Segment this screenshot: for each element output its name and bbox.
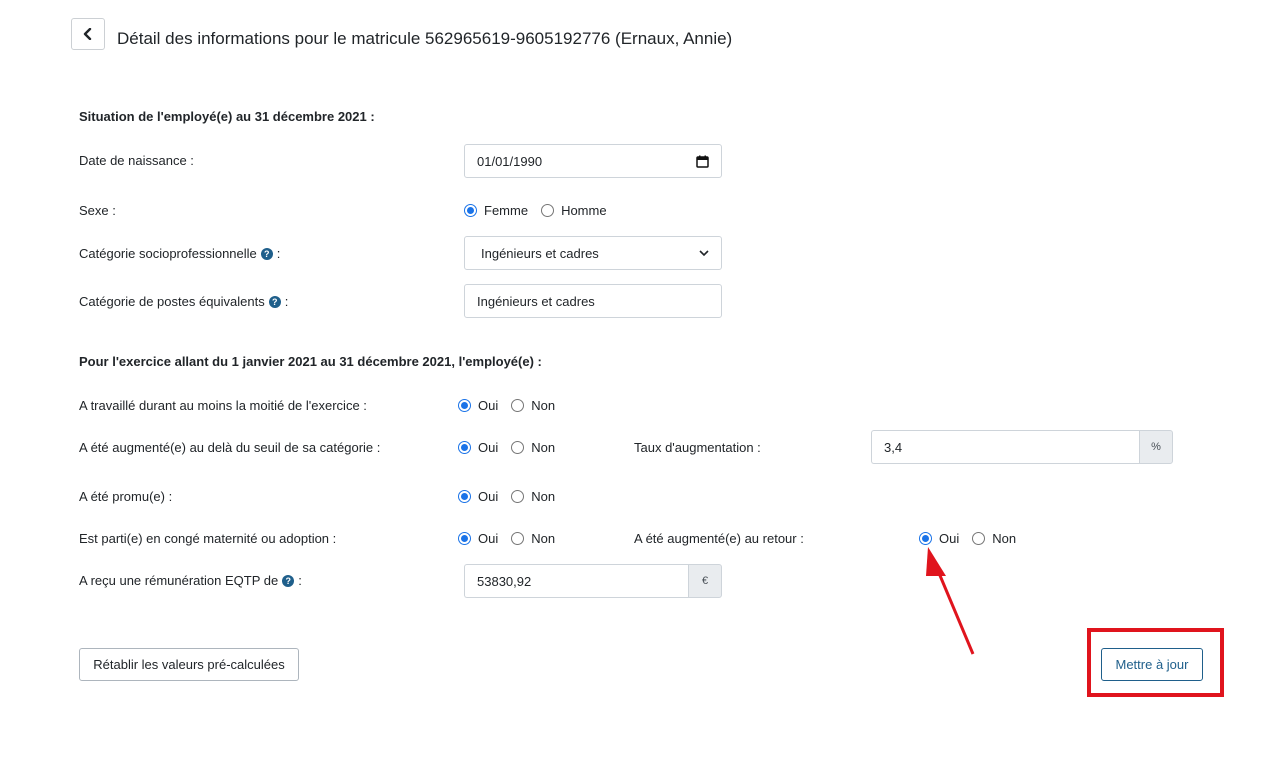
annotation-arrow: [926, 547, 975, 655]
